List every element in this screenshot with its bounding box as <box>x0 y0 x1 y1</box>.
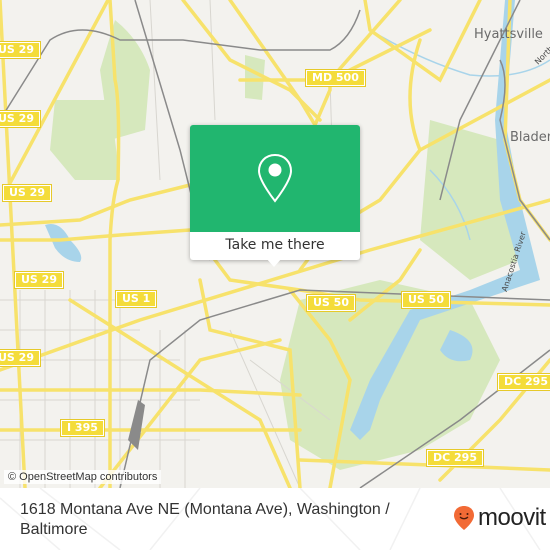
route-shield: US 29 <box>2 184 52 202</box>
route-shield: DC 295 <box>497 373 550 391</box>
moovit-logo[interactable]: moovit <box>453 504 546 532</box>
route-shield: US 1 <box>114 290 158 308</box>
popup-header <box>190 125 360 232</box>
moovit-pin-icon <box>454 506 474 530</box>
route-shield: US 50 <box>401 291 451 309</box>
lake <box>45 224 82 262</box>
location-pin-icon <box>257 153 293 203</box>
route-shield: MD 500 <box>305 69 366 87</box>
route-shield: US 50 <box>306 294 356 312</box>
moovit-wordmark: moovit <box>478 504 546 531</box>
route-shield: US 29 <box>14 271 64 289</box>
place-label-hyattsville: Hyattsville <box>474 27 543 42</box>
road <box>0 228 192 242</box>
map-attribution[interactable]: © OpenStreetMap contributors <box>4 470 162 484</box>
location-popup: Take me there <box>190 125 360 267</box>
road <box>328 0 402 82</box>
address-text: 1618 Montana Ave NE (Montana Ave), Washi… <box>20 501 390 538</box>
popup-pointer <box>266 258 282 267</box>
road <box>363 0 482 83</box>
park-area <box>50 100 120 180</box>
route-shield: US 29 <box>0 349 41 367</box>
route-shield: US 29 <box>0 110 41 128</box>
route-shield: US 29 <box>0 41 41 59</box>
take-me-there-button[interactable]: Take me there <box>190 232 360 260</box>
route-shield: I 395 <box>60 419 105 437</box>
road <box>0 0 27 488</box>
place-label-bladensburg: Bladen <box>510 130 550 145</box>
route-shield: DC 295 <box>426 449 484 467</box>
rail-yard <box>128 400 145 450</box>
